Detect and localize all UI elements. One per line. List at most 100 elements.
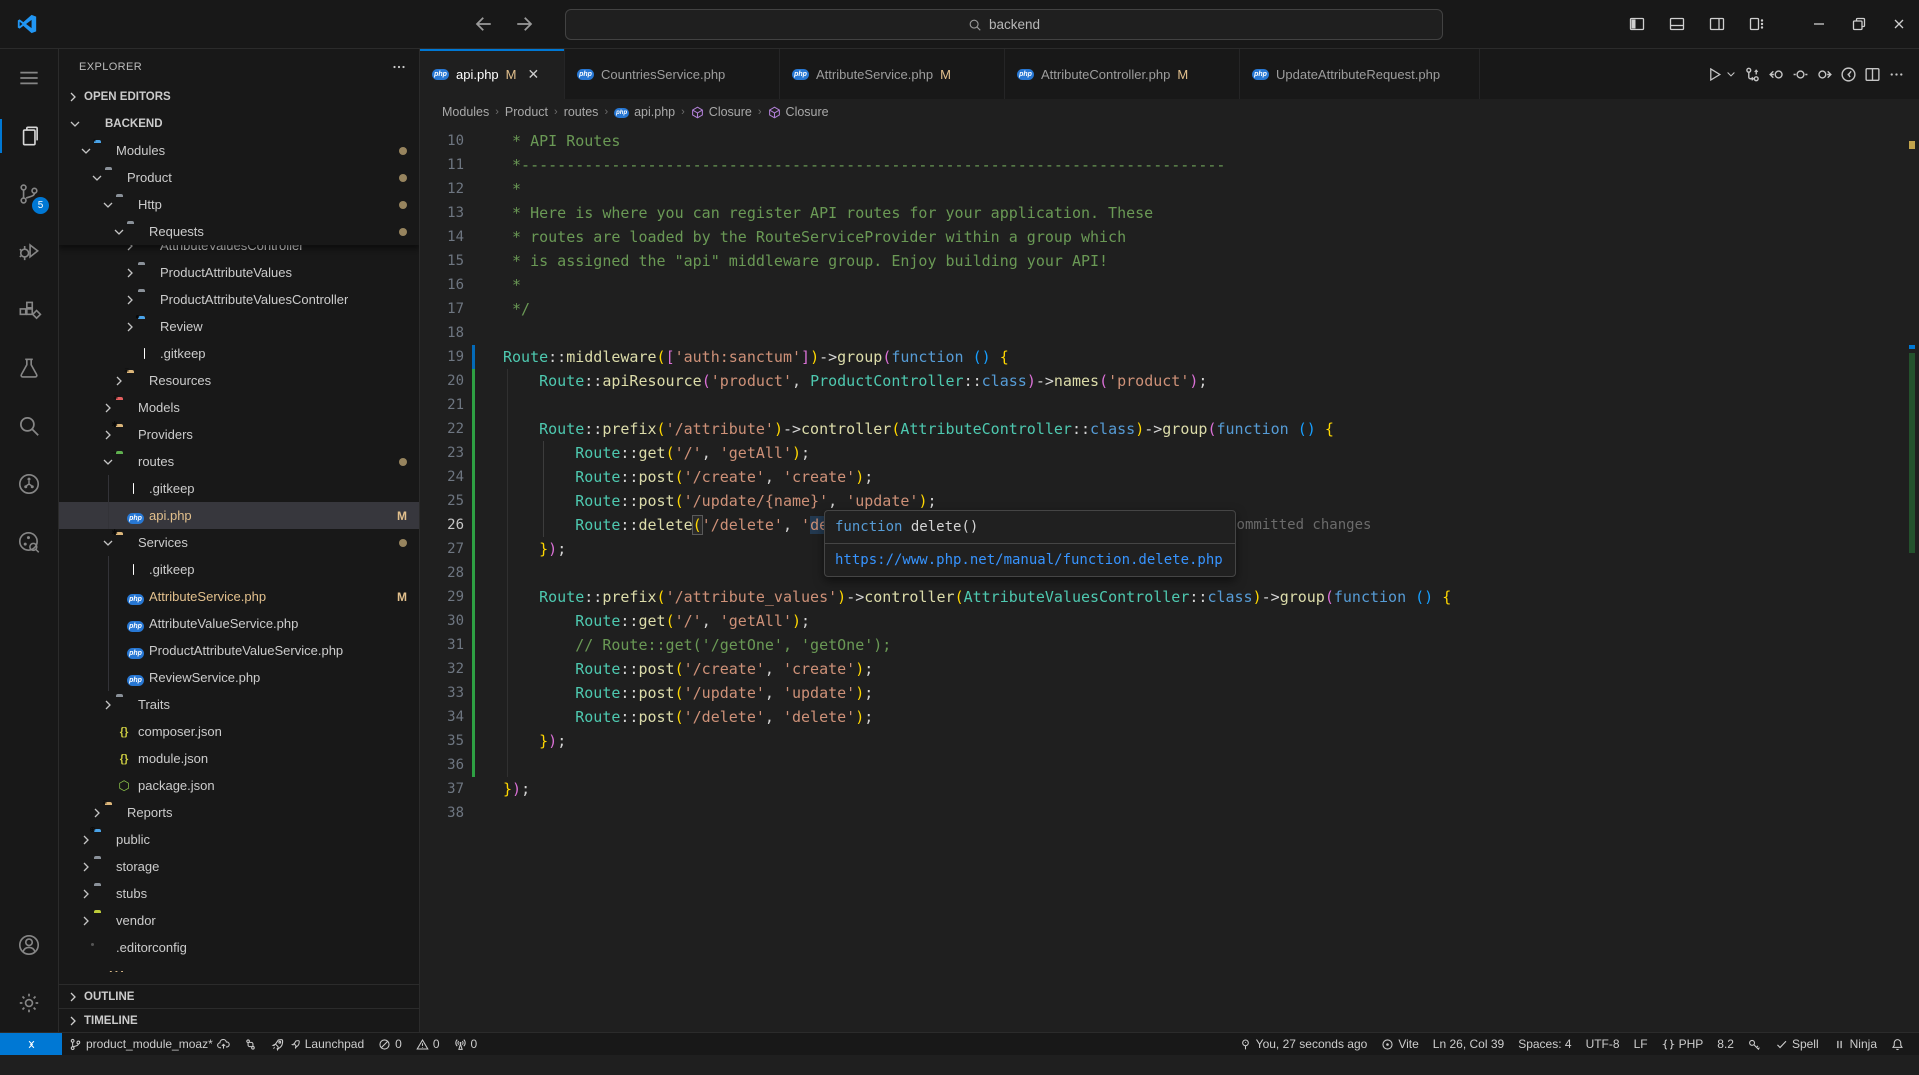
chevron-down-icon[interactable] <box>111 224 127 240</box>
hover-tooltip[interactable]: function delete() https://www.php.net/ma… <box>824 510 1236 577</box>
status-eol[interactable]: LF <box>1627 1033 1655 1055</box>
status-spell-checker[interactable]: Spell <box>1768 1033 1826 1055</box>
outline-section[interactable]: OUTLINE <box>59 984 419 1008</box>
tree-item-package-json[interactable]: ⬡package.json <box>59 772 419 799</box>
activity-graph-search-icon[interactable] <box>0 513 58 571</box>
code-line-19[interactable]: 19Route::middleware(['auth:sanctum'])->g… <box>420 345 1919 369</box>
prev-change-icon[interactable] <box>1768 66 1785 83</box>
code-line-15[interactable]: 15 * is assigned the "api" middleware gr… <box>420 249 1919 273</box>
code-line-22[interactable]: 22 Route::prefix('/attribute')->controll… <box>420 417 1919 441</box>
code-line-20[interactable]: 20 Route::apiResource('product', Product… <box>420 369 1919 393</box>
tree-item-backend[interactable]: BACKEND <box>59 110 419 137</box>
breadcrumb[interactable]: Modules›Product›routes›phpapi.php›Closur… <box>420 99 1919 125</box>
next-change-icon[interactable] <box>1816 66 1833 83</box>
tab-attributecontroller-php[interactable]: phpAttributeController.phpM <box>1005 49 1240 99</box>
code-line-16[interactable]: 16 * <box>420 273 1919 297</box>
activity-menu-icon[interactable] <box>0 49 58 107</box>
status-php-version[interactable]: 8.2 <box>1710 1033 1741 1055</box>
customize-layout-icon[interactable] <box>1737 0 1777 48</box>
tree-item-routes[interactable]: →routes <box>59 448 419 475</box>
activity-source-control-icon[interactable]: 5 <box>0 165 58 223</box>
activity-run-debug-icon[interactable] <box>0 223 58 281</box>
status-license-key[interactable] <box>1741 1033 1768 1055</box>
code-line-18[interactable]: 18 <box>420 321 1919 345</box>
tree-item-http[interactable]: Http <box>59 191 419 218</box>
code-line-11[interactable]: 11 *------------------------------------… <box>420 153 1919 177</box>
chevron-down-icon[interactable] <box>67 116 83 132</box>
command-center-search[interactable]: backend <box>565 9 1443 40</box>
tree-item-productattributevaluescontroller[interactable]: ProductAttributeValuesController <box>59 286 419 313</box>
close-tab-icon[interactable]: ✕ <box>528 66 540 83</box>
tree-item-api-php[interactable]: phpapi.phpM <box>59 502 419 529</box>
status-notifications-bell[interactable] <box>1884 1033 1911 1055</box>
tree-item-productattributevalues[interactable]: ProductAttributeValues <box>59 259 419 286</box>
code-line-38[interactable]: 38 <box>420 801 1919 825</box>
tree-item-review[interactable]: ●Review <box>59 313 419 340</box>
chevron-down-icon[interactable] <box>100 454 116 470</box>
chevron-right-icon[interactable] <box>111 373 127 389</box>
status-remote-indicator[interactable] <box>0 1033 62 1055</box>
tree-item-stubs[interactable]: stubs <box>59 880 419 907</box>
tree-item-vendor[interactable]: vendor <box>59 907 419 934</box>
code-line-12[interactable]: 12 * <box>420 177 1919 201</box>
tree-item-services[interactable]: ✱Services <box>59 529 419 556</box>
tree-item--gitkeep[interactable]: .gitkeep <box>59 475 419 502</box>
tooltip-doc-link[interactable]: https://www.php.net/manual/function.dele… <box>835 552 1223 568</box>
tree-item-modules[interactable]: ▪Modules <box>59 137 419 164</box>
tree-item-requests[interactable]: Requests <box>59 218 419 245</box>
chevron-right-icon[interactable] <box>78 913 94 929</box>
toggle-panel-icon[interactable] <box>1657 0 1697 48</box>
status-cursor-position[interactable]: Ln 26, Col 39 <box>1426 1033 1511 1055</box>
code-line-13[interactable]: 13 * Here is where you can register API … <box>420 201 1919 225</box>
close-icon[interactable] <box>1879 0 1919 48</box>
status-language-mode[interactable]: PHP <box>1655 1033 1711 1055</box>
status-warnings[interactable]: 0 <box>409 1033 447 1055</box>
activity-accounts-icon[interactable] <box>0 916 58 974</box>
timeline-section[interactable]: TIMELINE <box>59 1008 419 1032</box>
chevron-right-icon[interactable] <box>122 245 138 254</box>
breadcrumb-item[interactable]: Closure <box>768 105 829 119</box>
tree-item-productattributevalueservice-php[interactable]: phpProductAttributeValueService.php <box>59 637 419 664</box>
breadcrumb-item[interactable]: phpapi.php <box>614 105 675 119</box>
status-launchpad[interactable]: Launchpad <box>264 1033 371 1055</box>
restore-icon[interactable] <box>1839 0 1879 48</box>
tree-item-reviewservice-php[interactable]: phpReviewService.php <box>59 664 419 691</box>
code-line-36[interactable]: 36 <box>420 753 1919 777</box>
chevron-right-icon[interactable] <box>100 400 116 416</box>
code-line-23[interactable]: 23 Route::get('/', 'getAll'); <box>420 441 1919 465</box>
more-actions-icon[interactable] <box>1888 66 1905 83</box>
breadcrumb-item[interactable]: Product <box>505 105 548 119</box>
code-line-10[interactable]: 10 * API Routes <box>420 129 1919 153</box>
code-line-32[interactable]: 32 Route::post('/create', 'create'); <box>420 657 1919 681</box>
overview-ruler[interactable] <box>1905 125 1917 1032</box>
run-icon[interactable] <box>1706 66 1723 83</box>
chevron-right-icon[interactable] <box>78 832 94 848</box>
tree-item--editorconfig[interactable]: .editorconfig <box>59 934 419 961</box>
activity-remote-graph-icon[interactable] <box>0 455 58 513</box>
code-line-31[interactable]: 31 // Route::get('/getOne', 'getOne'); <box>420 633 1919 657</box>
change-icon[interactable] <box>1792 66 1809 83</box>
chevron-down-icon[interactable] <box>100 197 116 213</box>
chevron-right-icon[interactable] <box>78 859 94 875</box>
chevron-right-icon[interactable] <box>122 319 138 335</box>
tree-item-models[interactable]: ≡Models <box>59 394 419 421</box>
status-encoding[interactable]: UTF-8 <box>1579 1033 1627 1055</box>
tree-item-storage[interactable]: storage <box>59 853 419 880</box>
code-editor[interactable]: 10 * API Routes11 *---------------------… <box>420 125 1919 1032</box>
code-line-21[interactable]: 21 <box>420 393 1919 417</box>
chevron-down-icon[interactable] <box>89 170 105 186</box>
minimize-icon[interactable] <box>1799 0 1839 48</box>
split-editor-icon[interactable] <box>1864 66 1881 83</box>
open-editors-section[interactable]: OPEN EDITORS <box>59 84 419 110</box>
code-line-30[interactable]: 30 Route::get('/', 'getAll'); <box>420 609 1919 633</box>
tree-item-composer-json[interactable]: {}composer.json <box>59 718 419 745</box>
tree-item-product[interactable]: Product <box>59 164 419 191</box>
status-vite[interactable]: Vite <box>1374 1033 1425 1055</box>
chevron-right-icon[interactable] <box>100 697 116 713</box>
chevron-right-icon[interactable] <box>100 427 116 443</box>
chevron-down-icon[interactable] <box>1725 68 1737 80</box>
tab-countriesservice-php[interactable]: phpCountriesService.php <box>565 49 780 99</box>
status-errors[interactable]: 0 <box>371 1033 409 1055</box>
tree-item--gitkeep[interactable]: .gitkeep <box>59 340 419 367</box>
code-line-33[interactable]: 33 Route::post('/update', 'update'); <box>420 681 1919 705</box>
